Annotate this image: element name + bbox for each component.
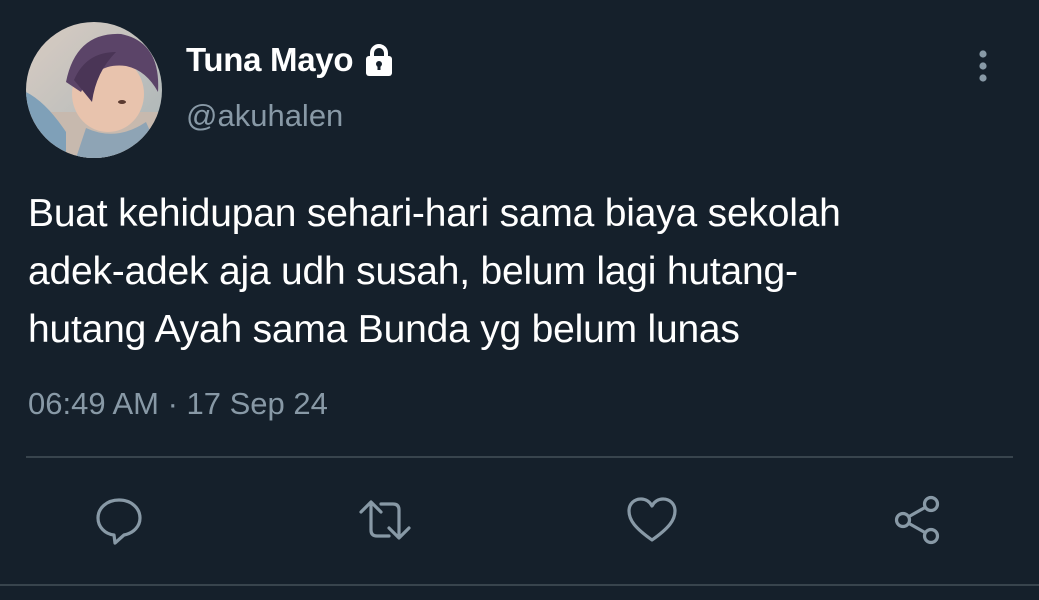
- reply-button[interactable]: [91, 492, 147, 548]
- tweet-text: Buat kehidupan sehari-hari sama biaya se…: [28, 185, 1028, 359]
- avatar-image: [26, 22, 162, 158]
- tweet-timestamp[interactable]: 06:49 AM · 17 Sep 24: [28, 386, 328, 422]
- retweet-icon: [359, 500, 411, 540]
- share-icon: [894, 495, 940, 545]
- tweet-card: Tuna Mayo @akuhalen Buat kehidupan sehar…: [0, 0, 1039, 600]
- more-options-icon[interactable]: [968, 46, 998, 86]
- divider: [26, 456, 1013, 458]
- retweet-button[interactable]: [357, 492, 413, 548]
- user-handle[interactable]: @akuhalen: [186, 98, 343, 134]
- lock-icon: [361, 42, 397, 78]
- like-button[interactable]: [624, 492, 680, 548]
- tweet-text-line: hutang Ayah sama Bunda yg belum lunas: [28, 308, 740, 351]
- share-button[interactable]: [890, 492, 946, 548]
- reply-icon: [96, 498, 142, 545]
- heart-icon: [627, 497, 677, 542]
- tweet-text-line: Buat kehidupan sehari-hari sama biaya se…: [28, 192, 841, 235]
- bottom-divider: [0, 584, 1039, 586]
- display-name-text: Tuna Mayo: [186, 41, 354, 78]
- tweet-text-line: adek-adek aja udh susah, belum lagi huta…: [28, 250, 798, 293]
- avatar[interactable]: [26, 22, 162, 158]
- display-name[interactable]: Tuna Mayo: [186, 40, 397, 80]
